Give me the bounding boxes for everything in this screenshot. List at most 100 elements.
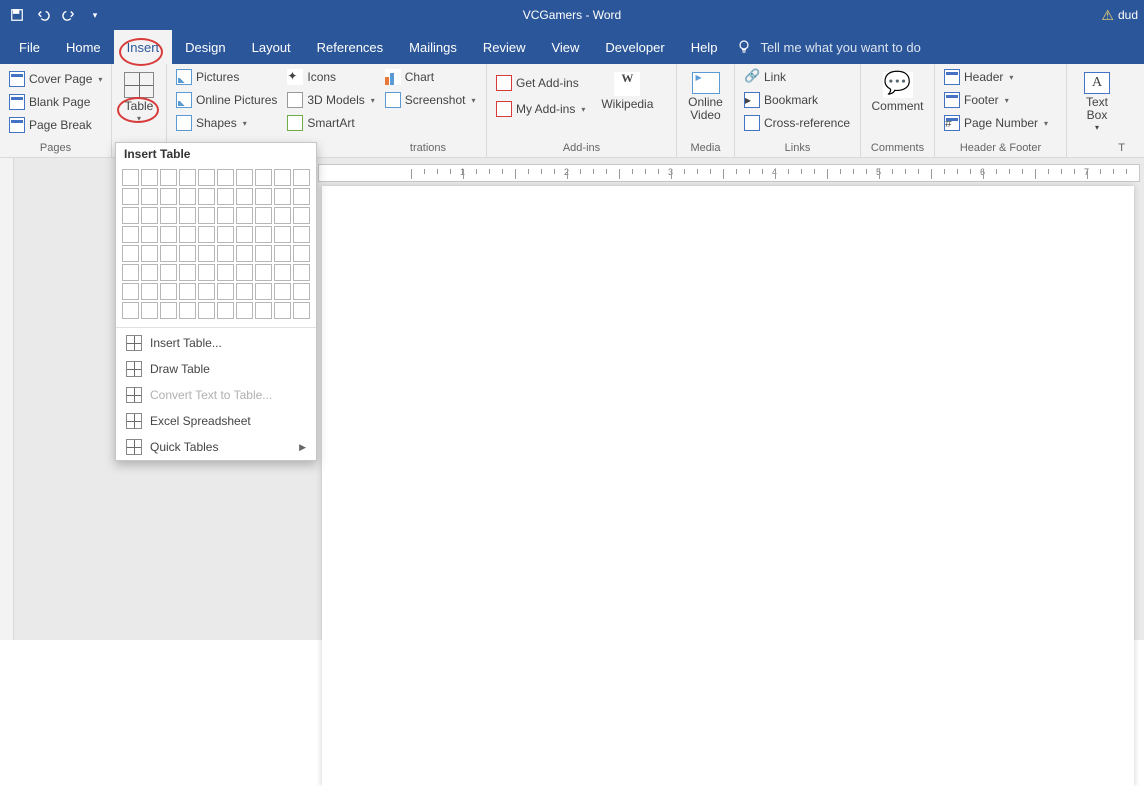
grid-cell[interactable] [217,169,234,186]
grid-cell[interactable] [293,207,310,224]
grid-cell[interactable] [160,283,177,300]
undo-button[interactable] [30,2,56,28]
grid-cell[interactable] [274,169,291,186]
grid-cell[interactable] [122,169,139,186]
grid-cell[interactable] [217,283,234,300]
grid-cell[interactable] [255,207,272,224]
document-page[interactable] [322,186,1134,786]
qat-customize-button[interactable]: ▾ [82,2,108,28]
grid-cell[interactable] [255,226,272,243]
grid-cell[interactable] [198,245,215,262]
grid-cell[interactable] [236,264,253,281]
grid-cell[interactable] [255,245,272,262]
grid-cell[interactable] [179,226,196,243]
wikipedia-button[interactable]: W Wikipedia [592,68,662,142]
grid-cell[interactable] [179,169,196,186]
table-button[interactable]: Table ▾ [118,68,160,142]
grid-cell[interactable] [274,264,291,281]
grid-cell[interactable] [236,207,253,224]
grid-cell[interactable] [122,226,139,243]
grid-cell[interactable] [141,169,158,186]
cover-page-button[interactable]: Cover Page [6,70,105,88]
grid-cell[interactable] [236,302,253,319]
grid-cell[interactable] [141,207,158,224]
user-area[interactable]: ⚠ dud [1095,0,1144,30]
horizontal-ruler[interactable]: 1234567 [318,164,1140,182]
grid-cell[interactable] [141,245,158,262]
comment-button[interactable]: Comment [873,68,923,142]
grid-cell[interactable] [160,264,177,281]
grid-cell[interactable] [198,169,215,186]
grid-cell[interactable] [255,302,272,319]
grid-cell[interactable] [217,188,234,205]
online-video-button[interactable]: Online Video [683,68,728,142]
tab-references[interactable]: References [304,30,396,64]
tab-view[interactable]: View [538,30,592,64]
3d-models-button[interactable]: 3D Models [284,91,377,109]
grid-cell[interactable] [198,283,215,300]
grid-cell[interactable] [255,283,272,300]
grid-cell[interactable] [274,302,291,319]
grid-cell[interactable] [274,226,291,243]
tab-review[interactable]: Review [470,30,539,64]
tell-me[interactable]: Tell me what you want to do [736,39,920,55]
grid-cell[interactable] [274,188,291,205]
pictures-button[interactable]: Pictures [173,68,280,86]
grid-cell[interactable] [179,302,196,319]
grid-cell[interactable] [179,245,196,262]
grid-cell[interactable] [293,188,310,205]
table-size-grid[interactable] [122,169,310,319]
grid-cell[interactable] [179,283,196,300]
text-box-button[interactable]: A Text Box▾ [1074,68,1120,142]
dropdown-item[interactable]: Quick Tables▶ [116,434,316,460]
grid-cell[interactable] [179,207,196,224]
dropdown-item[interactable]: Excel Spreadsheet [116,408,316,434]
cross-reference-button[interactable]: Cross-reference [741,114,853,132]
grid-cell[interactable] [236,283,253,300]
grid-cell[interactable] [141,302,158,319]
grid-cell[interactable] [198,264,215,281]
grid-cell[interactable] [255,188,272,205]
page-break-button[interactable]: Page Break [6,116,105,134]
grid-cell[interactable] [255,264,272,281]
grid-cell[interactable] [293,302,310,319]
tab-layout[interactable]: Layout [239,30,304,64]
link-button[interactable]: Link [741,68,853,86]
grid-cell[interactable] [141,188,158,205]
grid-cell[interactable] [236,245,253,262]
tab-file[interactable]: File [6,30,53,64]
grid-cell[interactable] [198,207,215,224]
online-pictures-button[interactable]: Online Pictures [173,91,280,109]
redo-button[interactable] [56,2,82,28]
grid-cell[interactable] [122,283,139,300]
tab-design[interactable]: Design [172,30,238,64]
grid-cell[interactable] [274,207,291,224]
grid-cell[interactable] [198,226,215,243]
grid-cell[interactable] [274,283,291,300]
grid-cell[interactable] [293,226,310,243]
grid-cell[interactable] [141,283,158,300]
tab-home[interactable]: Home [53,30,114,64]
grid-cell[interactable] [217,226,234,243]
chart-button[interactable]: Chart [382,68,479,86]
grid-cell[interactable] [198,188,215,205]
grid-cell[interactable] [160,188,177,205]
grid-cell[interactable] [236,226,253,243]
grid-cell[interactable] [160,169,177,186]
icons-button[interactable]: ✦Icons [284,68,377,86]
save-button[interactable] [4,2,30,28]
grid-cell[interactable] [160,207,177,224]
grid-cell[interactable] [122,302,139,319]
screenshot-button[interactable]: Screenshot [382,91,479,109]
bookmark-button[interactable]: ▸Bookmark [741,91,853,109]
grid-cell[interactable] [122,207,139,224]
grid-cell[interactable] [160,302,177,319]
grid-cell[interactable] [274,245,291,262]
grid-cell[interactable] [122,188,139,205]
smartart-button[interactable]: SmartArt [284,114,377,132]
dropdown-item[interactable]: Insert Table... [116,330,316,356]
tab-help[interactable]: Help [678,30,731,64]
grid-cell[interactable] [141,226,158,243]
grid-cell[interactable] [236,188,253,205]
footer-button[interactable]: Footer [941,91,1051,109]
